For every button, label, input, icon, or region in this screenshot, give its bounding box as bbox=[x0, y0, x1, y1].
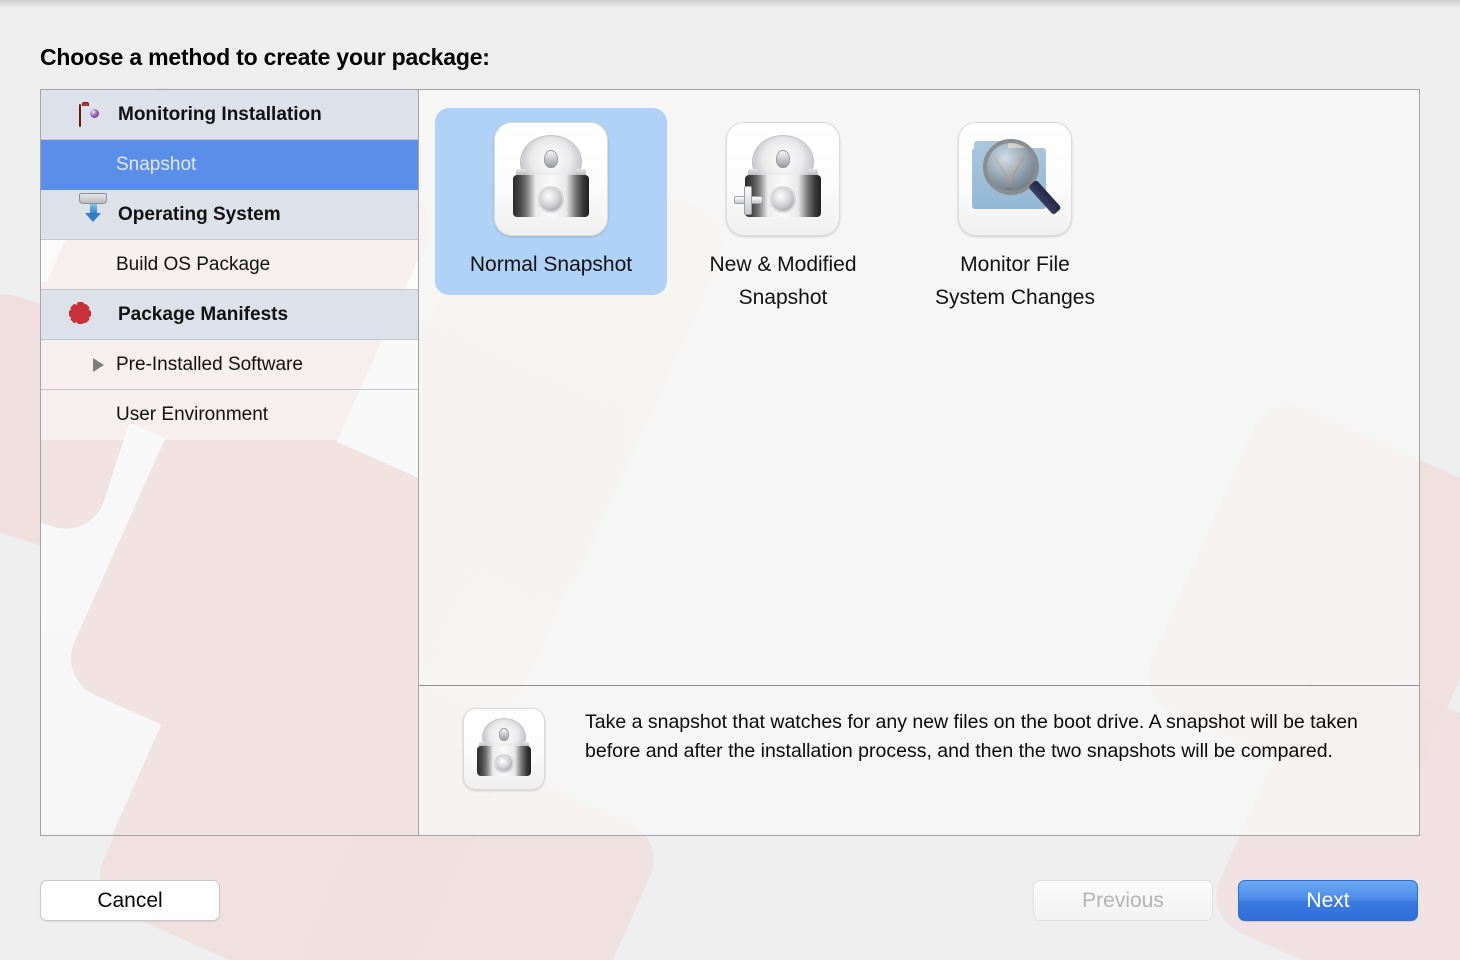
starburst-icon bbox=[69, 301, 109, 328]
sidebar-item-label: Pre-Installed Software bbox=[116, 353, 303, 375]
option-normal-snapshot[interactable]: Normal Snapshot bbox=[435, 108, 667, 296]
cancel-button[interactable]: Cancel bbox=[40, 880, 220, 921]
sidebar-item-label: Monitoring Installation bbox=[118, 103, 322, 125]
sidebar-item-label: Package Manifests bbox=[118, 303, 289, 325]
content-frame: Monitoring Installation Snapshot Operati… bbox=[40, 89, 1420, 836]
previous-button[interactable]: Previous bbox=[1033, 880, 1213, 921]
snapshot-camera-icon bbox=[494, 122, 608, 236]
sidebar-item-label: Operating System bbox=[118, 203, 281, 225]
sidebar-item-label: User Environment bbox=[116, 404, 269, 425]
sidebar-item-monitoring-installation[interactable]: Monitoring Installation bbox=[41, 90, 418, 140]
description-strip: Take a snapshot that watches for any new… bbox=[419, 685, 1419, 835]
sidebar-item-package-manifests[interactable]: Package Manifests bbox=[41, 290, 418, 340]
description-text: Take a snapshot that watches for any new… bbox=[585, 711, 1358, 763]
sidebar-item-user-environment[interactable]: User Environment bbox=[41, 390, 418, 440]
sidebar-item-build-os-package[interactable]: Build OS Package bbox=[41, 240, 418, 290]
right-pane: Normal Snapshot New & Modified Snapshot bbox=[419, 90, 1419, 835]
disclosure-triangle-icon[interactable] bbox=[93, 357, 104, 372]
sidebar: Monitoring Installation Snapshot Operati… bbox=[41, 90, 419, 835]
option-label: Monitor File System Changes bbox=[935, 253, 1095, 310]
camera-icon bbox=[79, 102, 109, 128]
new-modified-snapshot-icon bbox=[726, 122, 840, 236]
footer-button-bar: Cancel Previous Next bbox=[40, 880, 1420, 922]
option-new-and-modified-snapshot[interactable]: New & Modified Snapshot bbox=[667, 108, 899, 328]
sidebar-item-snapshot[interactable]: Snapshot bbox=[41, 140, 418, 190]
next-button[interactable]: Next bbox=[1238, 880, 1418, 921]
options-area: Normal Snapshot New & Modified Snapshot bbox=[419, 90, 1419, 685]
option-label: New & Modified Snapshot bbox=[709, 253, 857, 310]
sidebar-item-operating-system[interactable]: Operating System bbox=[41, 190, 418, 240]
sidebar-item-label: Snapshot bbox=[116, 153, 197, 175]
sidebar-item-label: Build OS Package bbox=[116, 253, 271, 275]
sidebar-item-pre-installed-software[interactable]: Pre-Installed Software bbox=[41, 340, 418, 390]
page-title: Choose a method to create your package: bbox=[40, 44, 490, 70]
install-icon bbox=[79, 192, 109, 228]
option-monitor-file-system-changes[interactable]: Y Monitor File System Changes bbox=[899, 108, 1131, 328]
window-titlebar-strip bbox=[0, 0, 1460, 8]
folder-magnifier-icon: Y bbox=[958, 122, 1072, 236]
snapshot-camera-icon bbox=[463, 708, 545, 790]
option-label: Normal Snapshot bbox=[469, 253, 633, 276]
